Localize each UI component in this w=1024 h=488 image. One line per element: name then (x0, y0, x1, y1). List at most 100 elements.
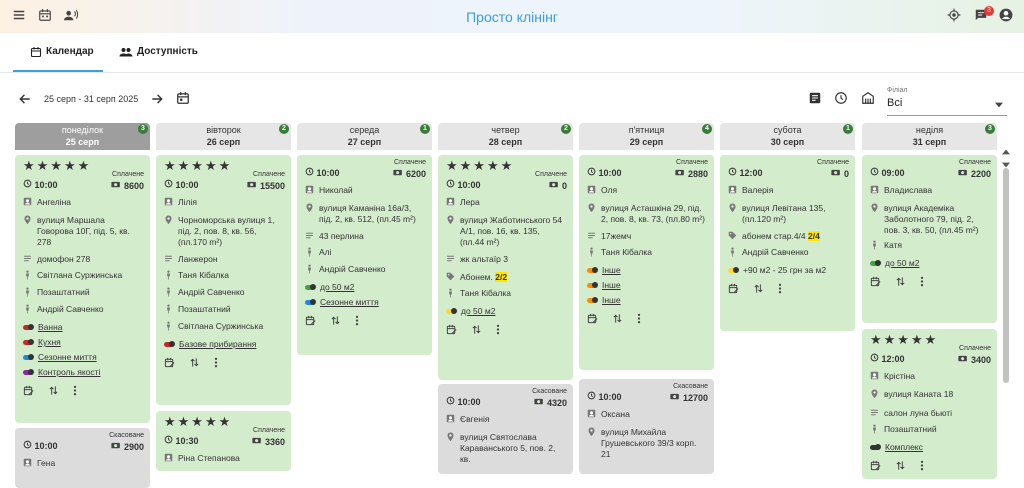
day-header[interactable]: вівторок 26 серп 2 (156, 123, 291, 150)
day-count-badge: 3 (985, 124, 995, 134)
extra-service[interactable]: Кухня (23, 337, 142, 347)
reschedule-icon[interactable] (164, 357, 175, 371)
extra-label: Базове прибирання (179, 339, 257, 349)
reschedule-icon[interactable] (305, 315, 316, 329)
booking-card[interactable]: Скасоване 2900 10:00 Гена (15, 428, 150, 488)
person-icon (164, 197, 173, 209)
swap-icon[interactable] (612, 313, 623, 327)
booking-card[interactable]: ★★★★★ Сплачене 3400 12:00 Крістіна вулиця Ка… (862, 329, 997, 479)
extra-service[interactable]: Сезонне миття (305, 297, 424, 307)
swap-icon[interactable] (753, 283, 764, 297)
extra-service[interactable]: Інше (587, 265, 706, 275)
booking-card[interactable]: Сплачене 6200 10:00 Николай вулиця Каманіна… (297, 155, 432, 355)
tab-label: Доступність (137, 46, 198, 57)
extra-service[interactable]: Базове прибирання (164, 339, 283, 349)
client-name: Владислава (884, 185, 933, 195)
arrow-left-icon[interactable] (18, 92, 32, 111)
booking-card[interactable]: Сплачене 2880 10:00 Оля вулиця Асташкіна 29… (579, 155, 714, 370)
staff-list: Андрій Савченко (728, 247, 847, 260)
address: вулиця Святослава Караванського 5, пов. … (460, 432, 556, 464)
extra-service[interactable]: Комплекс (870, 442, 989, 452)
payment-status: Сплачене (535, 171, 567, 178)
extra-label: Інше (602, 280, 621, 290)
account-icon[interactable] (999, 8, 1013, 27)
extra-service[interactable]: Інше (587, 280, 706, 290)
day-header[interactable]: п'ятниця 29 серп 4 (579, 123, 714, 150)
extra-service[interactable]: до 50 м2 (305, 282, 424, 292)
address-row: вулиця Маршала Говорова 10Г, під. 5, кв.… (23, 215, 142, 248)
booking-card[interactable]: ★★★★★ Сплачене 3360 10:30 Ріна Степанова (156, 411, 291, 471)
reschedule-icon[interactable] (23, 385, 34, 399)
location-pin-icon (870, 203, 879, 236)
clock-icon (728, 167, 737, 178)
staff-name: Андрій Савченко (742, 247, 809, 257)
swap-icon[interactable] (189, 357, 200, 371)
swap-icon[interactable] (895, 276, 906, 290)
more-icon[interactable] (214, 357, 218, 371)
more-icon[interactable] (355, 315, 359, 329)
booking-card[interactable]: Сплачене 2200 09:00 Владислава вулиця Акаде… (862, 155, 997, 323)
more-icon[interactable] (778, 283, 782, 297)
building-icon[interactable] (861, 91, 875, 110)
more-icon[interactable] (637, 313, 641, 327)
extra-service[interactable]: +90 м2 - 25 грн за м2 (728, 265, 847, 275)
day-name: вівторок (206, 125, 241, 135)
staff-list: Світлана Суржинська Позаштатний Андрій Сав… (23, 270, 142, 317)
more-icon[interactable] (496, 324, 500, 338)
more-icon[interactable] (73, 385, 77, 399)
list-view-icon[interactable] (808, 91, 822, 110)
more-icon[interactable] (920, 460, 924, 474)
scrollbar-thumb[interactable] (1003, 168, 1009, 383)
day-name: понеділок (61, 125, 104, 135)
reschedule-icon[interactable] (728, 283, 739, 297)
reschedule-icon[interactable] (446, 324, 457, 338)
swap-icon[interactable] (48, 385, 59, 399)
extra-label: Сезонне миття (38, 352, 97, 362)
note-row: жк альтаїр 3 (446, 254, 565, 266)
filial-select[interactable]: Всі (887, 97, 902, 109)
day-header[interactable]: четвер 28 серп 2 (438, 123, 573, 150)
reschedule-icon[interactable] (870, 276, 881, 290)
reschedule-icon[interactable] (587, 313, 598, 327)
booking-card[interactable]: Скасоване 12700 10:00 Оксана вулиця Михайла… (579, 379, 714, 474)
time: 10:00 (446, 179, 565, 191)
staff-row: Позаштатний (164, 304, 283, 317)
calendar-picker-icon[interactable] (176, 91, 190, 110)
extra-service[interactable]: до 50 м2 (446, 306, 565, 316)
arrow-right-icon[interactable] (150, 92, 164, 111)
swap-icon[interactable] (330, 315, 341, 329)
client-row: Владислава (870, 185, 989, 197)
extra-service[interactable]: Інше (587, 295, 706, 305)
dropdown-arrow-icon[interactable] (995, 95, 1003, 113)
swap-icon[interactable] (471, 324, 482, 338)
extra-label: Інше (602, 265, 621, 275)
extra-service[interactable]: Сезонне миття (23, 352, 142, 362)
extra-service[interactable]: Контроль якості (23, 367, 142, 377)
clock-icon[interactable] (834, 91, 848, 110)
client-row: Оксана (587, 409, 706, 421)
swap-icon[interactable] (895, 460, 906, 474)
booking-card[interactable]: ★★★★★ Сплачене 0 10:00 Лера вулиця Жаботинсь… (438, 155, 573, 380)
day-header[interactable]: неділя 31 серп 3 (862, 123, 997, 150)
day-header[interactable]: субота 30 серп 1 (720, 123, 855, 150)
reschedule-icon[interactable] (870, 460, 881, 474)
payment-status: Сплачене (676, 159, 708, 166)
notes-icon (587, 231, 596, 243)
price-value: 6200 (405, 169, 426, 179)
booking-card[interactable]: Скасоване 4320 10:00 Євгенія вулиця Святосл… (438, 384, 573, 474)
booking-card[interactable]: Сплачене 0 12:00 Валерія вулиця Левітана 13… (720, 155, 855, 331)
booking-card[interactable]: ★★★★★ Сплачене 15500 10:00 Лілія Чорноморськ… (156, 155, 291, 405)
tab-calendar[interactable]: Календар (13, 46, 103, 72)
booking-card[interactable]: ★★★★★ Сплачене 8600 10:00 Ангеліна вулиця Ма… (15, 155, 150, 423)
tab-availability[interactable]: Доступність (119, 46, 198, 72)
location-target-icon[interactable] (947, 8, 961, 27)
client-name: Оксана (601, 409, 630, 419)
day-header[interactable]: середа 27 серп 1 (297, 123, 432, 150)
subscription-row: Абонем. 2/2 (446, 272, 565, 284)
extra-service[interactable]: до 50 м2 (870, 258, 989, 268)
toggle-icon (587, 266, 598, 273)
day-header[interactable]: понеділок 25 серп 3 (15, 123, 150, 150)
more-icon[interactable] (920, 276, 924, 290)
extra-service[interactable]: Ванна (23, 322, 142, 332)
person-icon (305, 185, 314, 197)
